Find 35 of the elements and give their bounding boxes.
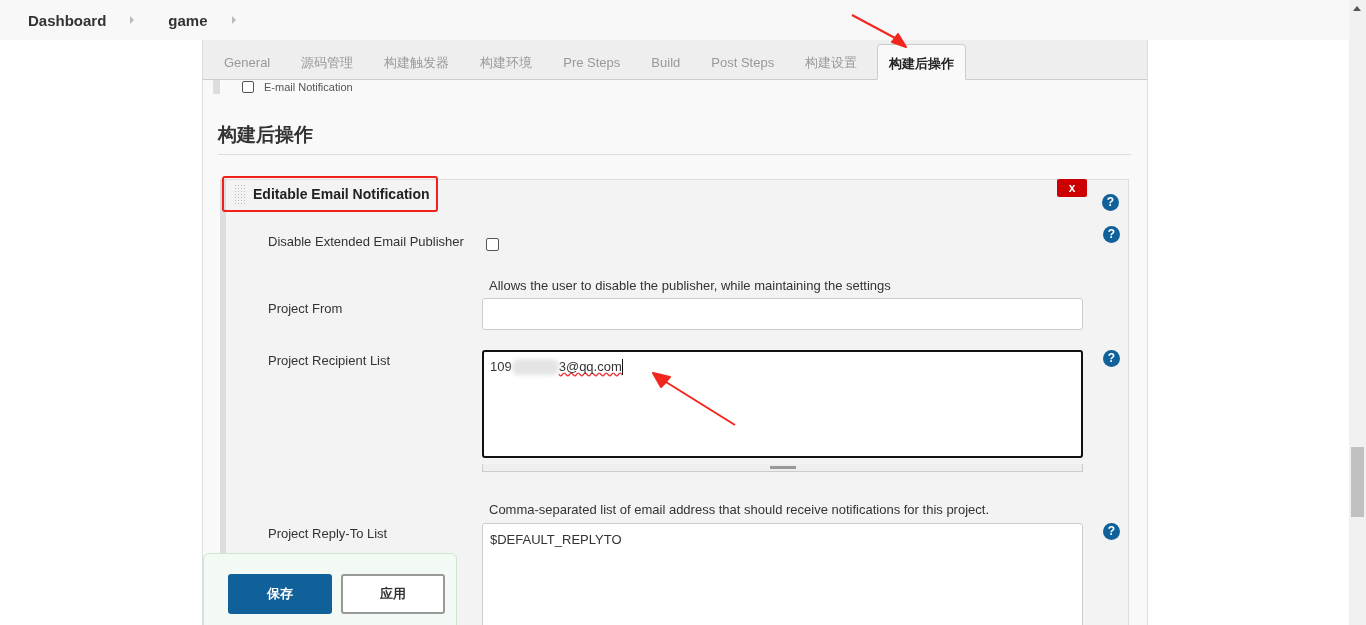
delete-button[interactable]: x	[1057, 179, 1087, 197]
help-button[interactable]: ?	[1103, 523, 1120, 540]
scroll-thumb[interactable]	[1351, 447, 1364, 517]
text-field[interactable]	[482, 298, 1083, 330]
apply-button[interactable]: 应用	[341, 574, 445, 614]
text-cursor	[621, 359, 623, 375]
breadcrumb-link[interactable]: game	[168, 11, 208, 29]
field-label: Project From	[268, 300, 344, 316]
checkbox-label: E-mail Notification	[264, 80, 353, 94]
field-value: 109	[490, 359, 512, 374]
textarea-field[interactable]: $DEFAULT_REPLYTO	[482, 523, 1083, 625]
resize-bar[interactable]	[482, 464, 1083, 472]
checkbox[interactable]	[242, 81, 254, 93]
scroll-up-icon[interactable]	[1353, 6, 1361, 11]
checkbox[interactable]	[486, 238, 499, 251]
annotation-arrow	[851, 14, 907, 48]
redaction-blur	[511, 359, 559, 375]
help-button[interactable]: ?	[1102, 194, 1119, 211]
textarea-field[interactable]: 109 3@qq.com	[482, 350, 1083, 458]
field-description: Comma-separated list of email address that should receive notifications for this project.	[489, 502, 990, 517]
chevron-icon[interactable]	[130, 16, 135, 24]
field-description: Allows the user to disable the publisher, while maintaining the settings	[489, 278, 892, 293]
chevron-icon[interactable]	[231, 16, 236, 24]
scrollbar[interactable]	[1349, 0, 1366, 625]
breadcrumb-link[interactable]: Dashboard	[28, 11, 107, 29]
help-button[interactable]: ?	[1103, 226, 1120, 243]
tab[interactable]: 构建后操作	[877, 44, 967, 80]
field-label: Project Reply-To List	[268, 525, 389, 541]
field-label: Project Recipient List	[268, 352, 392, 368]
save-button[interactable]: 保存	[228, 574, 332, 614]
section-heading: 构建后操作	[218, 122, 1131, 155]
field-value: 3@qq.com	[558, 359, 622, 374]
field-label: Disable Extended Email Publisher	[268, 233, 465, 249]
help-button[interactable]: ?	[1103, 350, 1120, 367]
publisher-title: Editable Email Notification	[253, 186, 430, 202]
